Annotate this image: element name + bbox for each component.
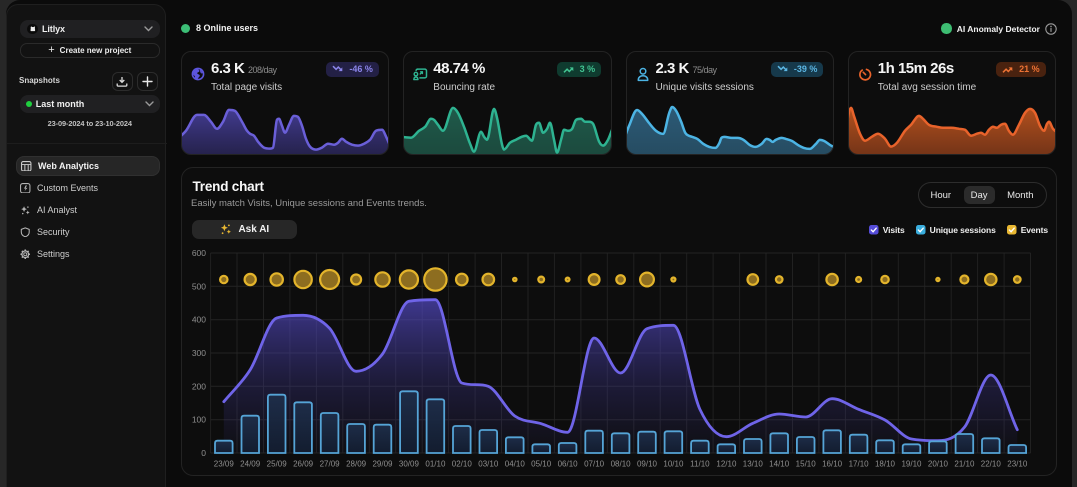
svg-text:11/10: 11/10 xyxy=(690,460,710,469)
svg-text:13/10: 13/10 xyxy=(742,460,763,469)
svg-text:10/10: 10/10 xyxy=(663,460,684,469)
svg-text:04/10: 04/10 xyxy=(504,460,525,469)
svg-text:14/10: 14/10 xyxy=(769,460,790,469)
svg-text:22/10: 22/10 xyxy=(980,460,1001,469)
svg-text:25/09: 25/09 xyxy=(266,460,287,469)
svg-text:600: 600 xyxy=(191,248,205,258)
svg-text:26/09: 26/09 xyxy=(293,460,314,469)
svg-text:18/10: 18/10 xyxy=(874,460,895,469)
svg-text:07/10: 07/10 xyxy=(584,460,605,469)
svg-text:12/10: 12/10 xyxy=(716,460,737,469)
svg-text:02/10: 02/10 xyxy=(451,460,472,469)
svg-text:29/09: 29/09 xyxy=(372,460,393,469)
svg-text:01/10: 01/10 xyxy=(425,460,446,469)
svg-text:28/09: 28/09 xyxy=(346,460,367,469)
svg-text:500: 500 xyxy=(191,281,205,291)
svg-text:17/10: 17/10 xyxy=(848,460,869,469)
svg-text:19/10: 19/10 xyxy=(901,460,922,469)
svg-text:200: 200 xyxy=(191,381,205,391)
svg-text:30/09: 30/09 xyxy=(398,460,419,469)
svg-text:05/10: 05/10 xyxy=(531,460,552,469)
svg-text:0: 0 xyxy=(201,448,206,458)
svg-text:23/10: 23/10 xyxy=(1007,460,1028,469)
svg-text:16/10: 16/10 xyxy=(822,460,843,469)
svg-text:27/09: 27/09 xyxy=(319,460,340,469)
svg-text:400: 400 xyxy=(191,315,205,325)
svg-text:09/10: 09/10 xyxy=(636,460,657,469)
svg-text:20/10: 20/10 xyxy=(927,460,948,469)
svg-text:300: 300 xyxy=(191,348,205,358)
svg-text:23/09: 23/09 xyxy=(213,460,234,469)
svg-text:15/10: 15/10 xyxy=(795,460,816,469)
svg-text:06/10: 06/10 xyxy=(557,460,578,469)
svg-text:21/10: 21/10 xyxy=(954,460,975,469)
svg-text:08/10: 08/10 xyxy=(610,460,631,469)
svg-text:24/09: 24/09 xyxy=(240,460,261,469)
svg-text:100: 100 xyxy=(191,415,205,425)
svg-text:03/10: 03/10 xyxy=(478,460,499,469)
